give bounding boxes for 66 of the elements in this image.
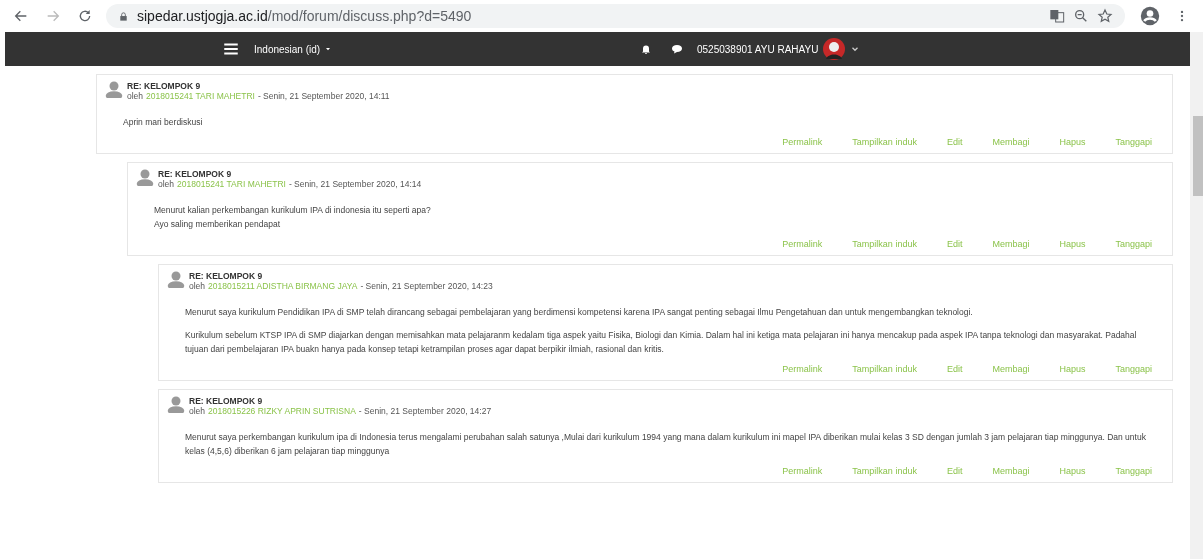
action-link[interactable]: Edit [946, 364, 963, 374]
star-icon [1097, 8, 1113, 24]
action-link[interactable]: Tanggapi [1115, 364, 1152, 374]
action-link[interactable]: Membagi [992, 364, 1030, 374]
action-link[interactable]: Hapus [1059, 137, 1086, 147]
profile-button[interactable] [1139, 5, 1161, 27]
post-date: - Senin, 21 September 2020, 14:27 [358, 406, 492, 416]
action-link[interactable]: Permalink [782, 466, 823, 476]
action-link[interactable]: Membagi [992, 466, 1030, 476]
by-label: oleh [127, 91, 144, 101]
zoom-icon [1073, 8, 1089, 24]
language-menu[interactable]: Indonesian (id) [254, 43, 333, 55]
translate-icon [1049, 8, 1065, 24]
account-icon [1140, 6, 1160, 26]
action-link[interactable]: Hapus [1059, 466, 1086, 476]
post-text: Menurut saya kurikulum Pendidikan IPA di SMP telah dirancang sebagai pembelajaran yang berdimensi kompetensi karena IPA sangat penting sebagai Ilmu Pengetahuan dan untuk mengembangkan teknologi. [185, 306, 974, 319]
action-link[interactable]: Tampilkan induk [852, 364, 917, 374]
action-link[interactable]: Tampilkan induk [852, 239, 917, 249]
author-link[interactable]: 2018015226 RIZKY APRIN SUTRISNA [208, 406, 356, 416]
post-subject: RE: KELOMPOK 9 [127, 81, 202, 91]
by-label: oleh [158, 179, 175, 189]
post-text: Aprin mari berdiskusi [123, 116, 204, 129]
post-subject: RE: KELOMPOK 9 [189, 271, 264, 281]
by-label: oleh [189, 281, 206, 291]
action-link[interactable]: Hapus [1059, 239, 1086, 249]
user-icon [136, 168, 154, 186]
reload-icon [77, 8, 93, 24]
action-link[interactable]: Hapus [1059, 364, 1086, 374]
caret-icon [324, 45, 333, 53]
action-link[interactable]: Tanggapi [1115, 239, 1152, 249]
post-date: - Senin, 21 September 2020, 14:14 [288, 179, 422, 189]
action-link[interactable]: Tampilkan induk [852, 137, 917, 147]
action-link[interactable]: Edit [946, 239, 963, 249]
post-text: Menurut kalian perkembangan kurikulum IPA di indonesia itu seperti apa? [154, 204, 432, 217]
author-link[interactable]: 2018015241 TARI MAHETRI [146, 91, 255, 101]
action-link[interactable]: Membagi [992, 137, 1030, 147]
forward-arrow-icon [45, 8, 61, 24]
back-arrow-icon [13, 8, 29, 24]
user-icon [167, 270, 185, 288]
action-link[interactable]: Membagi [992, 239, 1030, 249]
post-date: - Senin, 21 September 2020, 14:23 [360, 281, 493, 291]
action-link[interactable]: Tanggapi [1115, 137, 1152, 147]
by-label: oleh [189, 406, 206, 416]
action-link[interactable]: Permalink [782, 364, 823, 374]
author-link[interactable]: 2018015241 TARI MAHETRI [177, 179, 286, 189]
action-link[interactable]: Permalink [782, 137, 823, 147]
action-link[interactable]: Permalink [782, 239, 823, 249]
author-link[interactable]: 2018015211 ADISTHA BIRMANG JAYA [208, 281, 358, 291]
post-date: - Senin, 21 September 2020, 14:11 [257, 91, 390, 101]
avatar [822, 37, 847, 61]
bell-icon [640, 43, 652, 55]
user-menu[interactable]: 0525038901 AYU RAHAYU [697, 37, 861, 61]
post-subject: RE: KELOMPOK 9 [158, 169, 233, 179]
address-bar[interactable]: sipedar.ustjogja.ac.id/mod/forum/discuss.php?d=5490 [106, 4, 1125, 28]
action-link[interactable]: Edit [946, 137, 963, 147]
post-text: Menurut saya perkembangan kurikulum ipa di Indonesia terus mengalami perubahan salah satunya ,Mulai dari kurikulum 1994 yang mana dalam kurikulum ini mapel IPA diberikan mulai kelas 3 SD dengan jumlah 3 jam pelajaran tiap minggunya. Dan untuk kelas (4,5,6) diberikan 6 jam pelajaran tiap minggunya [185, 431, 1147, 458]
post-subject: RE: KELOMPOK 9 [189, 396, 264, 406]
user-icon [167, 395, 185, 413]
action-link[interactable]: Tanggapi [1115, 466, 1152, 476]
chat-bubble-icon [671, 43, 683, 55]
user-icon [105, 80, 123, 98]
post-text: Kurikulum sebelum KTSP IPA di SMP diajarkan dengan memisahkan mata pelajaranm kedalam tiga aspek yaitu Fisika, Biologi dan Kimia. Dalam hal ini ketiga mata pelajaran ini hanya mencakup pada aspek IPA tanpa teknologi dan masyarakat. Padahal tujuan dari pembelajaran IPA buakn hanya pada konsep tetapi ketrampilan proses agar dapat berpikir ilmiah, rasional dan kritis. [185, 329, 1138, 356]
post-text: Ayo saling memberikan pendapat [154, 218, 281, 231]
lock-icon [118, 10, 129, 22]
action-link[interactable]: Edit [946, 466, 963, 476]
action-link[interactable]: Tampilkan induk [852, 466, 917, 476]
